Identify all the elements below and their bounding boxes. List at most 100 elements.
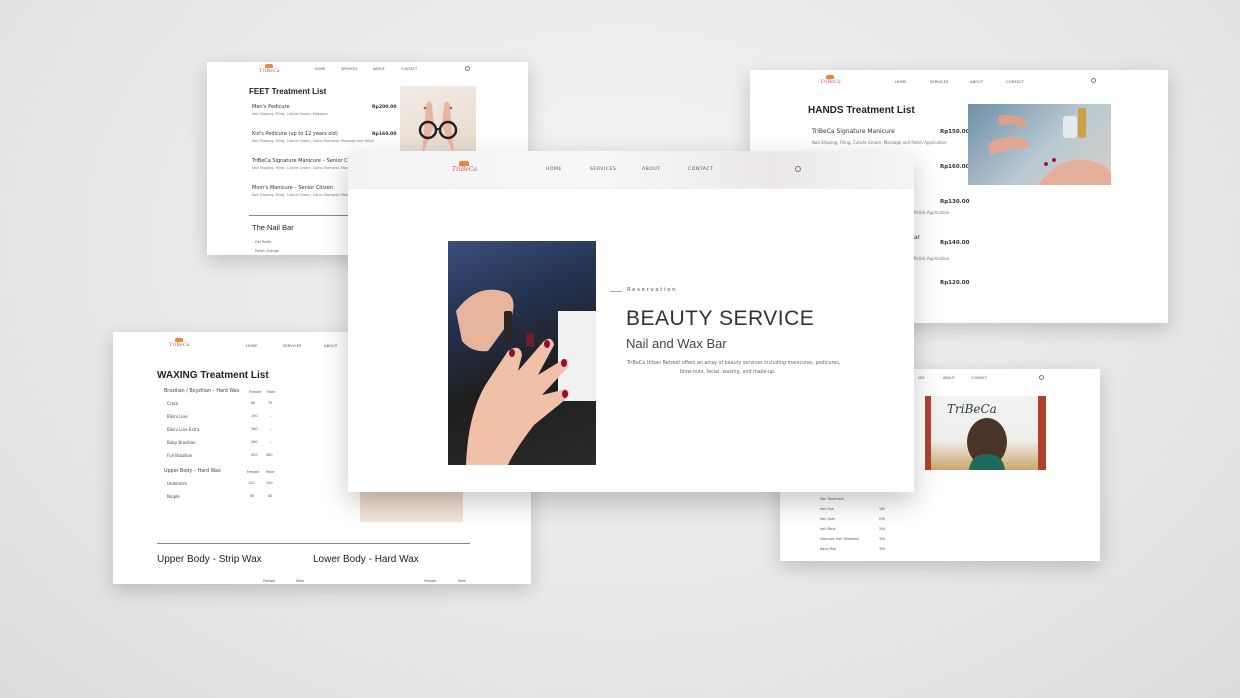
feet-item-price: Rp160.00	[372, 132, 397, 137]
wax-row: Bikini Line Extra	[167, 427, 200, 432]
wax-price-female: 150	[251, 414, 258, 418]
wax-price-male: –	[270, 440, 272, 444]
hair-whatsapp-icon[interactable]	[1039, 375, 1044, 380]
hair-row: Nano Mist	[820, 547, 836, 551]
wax-group1-col-male: Male	[267, 390, 276, 394]
nail-bar-row: Polish Change	[255, 249, 279, 253]
hands-item-price: Rp150.00	[940, 129, 970, 135]
wax-price-female: 180	[251, 427, 258, 431]
wax-price-female: 65	[250, 494, 255, 498]
wax-price-male: 380	[266, 453, 273, 457]
wax-col-male: Male	[296, 579, 305, 583]
hands-item-price: Rp120.00	[940, 280, 970, 286]
wax-price-male: 80	[268, 494, 273, 498]
wax-price-female: 280	[251, 440, 258, 444]
hair-row: Intensive Hair Treatment	[820, 537, 860, 541]
hero-subtitle: Nail and Wax Bar	[626, 336, 727, 351]
wax-group2-col-male: Male	[266, 470, 275, 474]
waxing-nav-services[interactable]: SERVICES	[283, 343, 301, 348]
manicure-illustration	[988, 108, 1111, 185]
wax-group1-name: Brazilian / Boyzilian – Hard Wax	[164, 389, 240, 394]
waxing-logo[interactable]: TriBeCa	[169, 338, 190, 348]
hair-row: Hair Spa	[820, 507, 834, 511]
hands-nav-about[interactable]: ABOUT	[970, 79, 983, 84]
wax-section-upper: Upper Body - Strip Wax	[157, 554, 262, 565]
hands-item-desc: Polish Application	[914, 256, 950, 261]
hero-nav-home[interactable]: HOME	[546, 167, 562, 172]
feet-nav-services[interactable]: SERVICES	[341, 67, 357, 71]
nail-bar-title: The Nail Bar	[252, 223, 294, 232]
hands-nav: TriBeCa HOME SERVICES ABOUT CONTACT	[750, 70, 1168, 90]
feet-photo	[400, 86, 476, 156]
hands-item-name: ar	[914, 234, 921, 241]
hero-nav: TriBeCa HOME SERVICES ABOUT CONTACT	[348, 151, 914, 189]
wax-price-male: –	[270, 414, 272, 418]
wax-section-lower: Lower Body - Hard Wax	[313, 554, 419, 565]
feet-item-name: Men's Pedicure	[252, 104, 290, 110]
beauty-service-card: TriBeCa HOME SERVICES ABOUT CONTACT Rese…	[348, 151, 914, 492]
wax-row: Nipple	[167, 494, 180, 499]
hands-nav-services[interactable]: SERVICES	[930, 79, 948, 84]
feet-logo[interactable]: TriBeCa	[259, 64, 280, 74]
glasses-hands-illustration	[418, 101, 458, 156]
feet-item-name: Kid's Pedicure (up to 12 years old)	[252, 131, 338, 137]
hero-hands-illustration	[456, 289, 596, 465]
hair-row: Hair Mask	[820, 527, 836, 531]
wax-row: Baby Brazilian	[167, 440, 196, 445]
hair-price: 180	[879, 507, 886, 511]
wax-row: Bikini Line	[167, 414, 188, 419]
hero-whatsapp-icon[interactable]	[795, 166, 801, 172]
hands-item-desc: Nail Shaping, Filing, Cuticle Groom, Mas…	[812, 140, 947, 145]
wax-row: Full Brazilian	[167, 453, 193, 458]
hair-row: Hair Spa+	[820, 517, 837, 521]
hair-price: 300	[879, 547, 886, 551]
hands-photo	[968, 104, 1111, 185]
feet-whatsapp-icon[interactable]	[465, 66, 470, 71]
wax-price-male: –	[270, 427, 272, 431]
feet-item-name: Mom's Manicure – Senior Citizen	[252, 185, 333, 191]
hero-nav-services[interactable]: SERVICES	[590, 167, 616, 172]
waxing-nav-home[interactable]: HOME	[246, 343, 258, 348]
wax-col-female: Female	[424, 579, 437, 583]
waxing-photo	[360, 492, 463, 522]
feet-nav: TriBeCa HOME SERVICES ABOUT CONTACT	[207, 62, 528, 76]
hair-price: 200	[879, 527, 886, 531]
hero-body-line2: blow-outs, facial, waxing, and make-up.	[680, 370, 776, 375]
hands-item-price: Rp160.00	[940, 164, 970, 170]
hero-body-line1: TriBeCa Urban Retreat offers an array of…	[627, 361, 841, 366]
hero-nav-contact[interactable]: CONTACT	[688, 167, 713, 172]
feet-item-name: TriBeCa Signature Manicure – Senior Citi…	[252, 158, 362, 164]
wax-group2-name: Upper Body – Hard Wax	[164, 469, 221, 474]
waxing-nav-about[interactable]: ABOUT	[324, 343, 337, 348]
hero-eyebrow: Reservation	[627, 287, 678, 293]
waxing-title: WAXING Treatment List	[157, 370, 269, 381]
hair-nav-contact[interactable]: CONTACT	[971, 376, 987, 380]
hair-salon-photo: TriBeCa	[925, 396, 1046, 470]
nail-bar-row: Gel Polish	[255, 240, 272, 244]
hero-nav-about[interactable]: ABOUT	[642, 167, 661, 172]
hero-logo[interactable]: TriBeCa	[452, 161, 477, 173]
feet-nav-about[interactable]: ABOUT	[373, 67, 385, 71]
feet-nav-contact[interactable]: CONTACT	[401, 67, 417, 71]
hands-item-desc: Polish Application	[914, 210, 950, 215]
wax-price-male: 140	[266, 481, 273, 485]
wax-col-male: Male	[458, 579, 467, 583]
waxing-divider	[157, 543, 470, 544]
wax-row: Underarm	[167, 481, 188, 486]
wax-price-female: 320	[251, 453, 258, 457]
wax-price-female: 60	[251, 401, 256, 405]
hero-manicure-photo	[448, 241, 596, 465]
wax-group2-col-female: Female	[247, 470, 260, 474]
feet-nav-home[interactable]: HOME	[315, 67, 325, 71]
hands-nav-contact[interactable]: CONTACT	[1006, 79, 1024, 84]
wax-price-female: 120	[248, 481, 255, 485]
feet-divider	[249, 215, 359, 216]
feet-title: FEET Treatment List	[249, 87, 327, 96]
eyebrow-line	[610, 291, 622, 292]
hands-nav-home[interactable]: HOME	[895, 79, 907, 84]
hands-whatsapp-icon[interactable]	[1091, 78, 1096, 83]
hands-item-price: Rp140.00	[940, 240, 970, 246]
feet-item-desc: Nail Shaping, Filing, Cuticle Groom, Mas…	[252, 112, 328, 116]
hair-nav-about[interactable]: ABOUT	[943, 376, 955, 380]
hands-logo[interactable]: TriBeCa	[820, 75, 841, 85]
